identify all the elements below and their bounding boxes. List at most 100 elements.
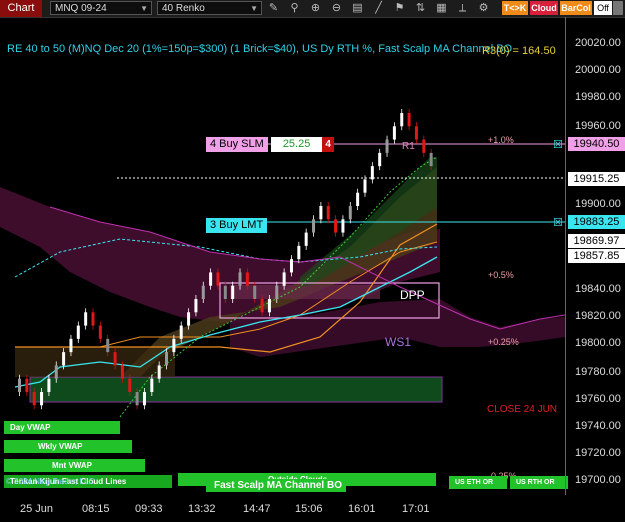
zoom-in-icon[interactable]: ⊕ (308, 1, 323, 16)
order-label: 4 Buy SLM (206, 137, 268, 152)
toolbar-overflow-button[interactable] (613, 1, 623, 15)
price-axis[interactable]: 20020.00 20000.00 19980.00 19960.00 19900.00… (565, 17, 625, 495)
time-label: 09:33 (135, 503, 163, 515)
renko-brick (326, 206, 330, 220)
time-label: 16:01 (348, 503, 376, 515)
draw-tools-icon[interactable]: ✎ (266, 1, 281, 16)
time-label: 08:15 (82, 503, 110, 515)
renko-brick (231, 285, 235, 299)
renko-brick (370, 166, 374, 180)
data-box-icon[interactable]: ▦ (434, 1, 449, 16)
renko-brick (348, 206, 352, 220)
price-label: 19740.00 (575, 420, 621, 432)
buy-limit-order[interactable]: 3 Buy LMT (206, 215, 268, 233)
renko-brick (128, 378, 132, 392)
renko-brick (32, 392, 36, 406)
time-label: 14:47 (243, 503, 271, 515)
buy-stop-order[interactable]: 4 Buy SLM 25.25 4 (206, 137, 334, 152)
renko-brick (194, 299, 198, 313)
us-eth-or-button[interactable]: US ETH OR (449, 476, 507, 489)
price-label: 19820.00 (575, 310, 621, 322)
renko-brick (319, 206, 323, 220)
renko-brick (245, 272, 249, 286)
us-rth-or-button[interactable]: US RTH OR (510, 476, 568, 489)
bar-type-selector[interactable]: 40 Renko ▼ (157, 1, 262, 15)
renko-brick (392, 126, 396, 140)
chart-toolbar: Chart MNQ 09-24 ▼ 40 Renko ▼ ✎ ⚲ ⊕ ⊖ ▤ ╱ ⚑… (0, 0, 625, 18)
off-toggle-button[interactable]: Off (594, 1, 612, 15)
price-badge: 19857.85 (568, 249, 625, 263)
tk-toggle-button[interactable]: T<>K (502, 1, 528, 15)
renko-brick (253, 285, 257, 299)
renko-brick (216, 272, 220, 286)
renko-brick (47, 378, 51, 392)
chart-title: RE 40 to 50 (M)NQ Dec 20 (1%=150p=$300) … (7, 43, 513, 55)
renko-brick (150, 378, 154, 392)
time-label: 25 Jun (20, 503, 54, 515)
renko-brick (157, 365, 161, 379)
renko-brick (400, 113, 404, 127)
cloud-toggle-button[interactable]: Cloud (530, 1, 558, 15)
renko-brick (54, 365, 58, 379)
r3-value: R3(0) = 164.50 (482, 45, 556, 57)
cancel-order-icon: ☒ (553, 217, 563, 229)
magnet-icon[interactable]: ⚲ (287, 1, 302, 16)
weekly-vwap-button[interactable]: Wkly VWAP (4, 440, 132, 453)
vwap-zone (29, 376, 443, 403)
renko-brick (62, 352, 66, 366)
copyright-text: © 2024 NinjaTrader, LLC (6, 477, 95, 486)
renko-brick (165, 352, 169, 366)
lines-icon[interactable]: ╱ (371, 1, 386, 16)
order-label: 3 Buy LMT (206, 218, 268, 233)
chevron-down-icon: ▼ (250, 4, 258, 13)
bar-type-value: 40 Renko (162, 3, 205, 14)
chart-plot-area[interactable]: ☒ ☒ RE 40 to 50 (M)NQ Dec 20 (1%=150p=$3… (0, 17, 568, 495)
price-label: 19720.00 (575, 447, 621, 459)
order-price[interactable]: 25.25 (270, 137, 323, 152)
renko-brick (113, 352, 117, 366)
instrument-selector[interactable]: MNQ 09-24 ▼ (50, 1, 152, 15)
time-label: 17:01 (402, 503, 430, 515)
price-badge: 19883.25 (568, 215, 625, 229)
monthly-vwap-button[interactable]: Mnt VWAP (4, 459, 145, 472)
price-label: 19960.00 (575, 120, 621, 132)
renko-brick (76, 325, 80, 339)
price-label: 20000.00 (575, 64, 621, 76)
renko-brick (135, 392, 139, 406)
day-vwap-button[interactable]: Day VWAP (4, 421, 120, 434)
chart-trader-icon[interactable]: ⇅ (413, 1, 428, 16)
settings-icon[interactable]: ⚙ (476, 1, 491, 16)
renko-brick (142, 392, 146, 406)
renko-brick (18, 378, 21, 392)
renko-brick (282, 272, 286, 286)
renko-brick (84, 312, 88, 326)
renko-brick (289, 259, 293, 273)
ruler-icon[interactable]: ⟂ (455, 1, 470, 16)
renko-brick (378, 152, 382, 167)
renko-brick (429, 152, 433, 167)
pct-025-label: +0.25% (488, 337, 519, 347)
renko-brick (312, 219, 316, 233)
time-axis[interactable]: 25 Jun 08:15 09:33 13:32 14:47 15:06 16:01 17:0… (0, 495, 565, 522)
strategies-icon[interactable]: ⚑ (392, 1, 407, 16)
chevron-down-icon: ▼ (140, 4, 148, 13)
renko-brick (341, 219, 345, 233)
renko-brick (40, 392, 44, 406)
price-label: 19700.00 (575, 474, 621, 486)
renko-brick (297, 245, 301, 260)
renko-brick (187, 312, 191, 326)
order-qty[interactable]: 4 (322, 137, 334, 152)
dpp-label: DPP (400, 288, 425, 302)
renko-brick (334, 219, 338, 233)
chart-menu-button[interactable]: Chart (0, 0, 42, 17)
price-badge: 19940.50 (568, 137, 625, 151)
zoom-out-icon[interactable]: ⊖ (329, 1, 344, 16)
renko-brick (179, 325, 183, 339)
properties-icon[interactable]: ▤ (350, 1, 365, 16)
renko-brick (422, 139, 426, 153)
renko-brick (120, 365, 124, 379)
barcol-toggle-button[interactable]: BarCol (560, 1, 592, 15)
pct-05-label: +0.5% (488, 270, 514, 280)
renko-brick (238, 272, 242, 286)
fast-scalp-button[interactable]: Fast Scalp MA Channel BO (206, 479, 346, 492)
